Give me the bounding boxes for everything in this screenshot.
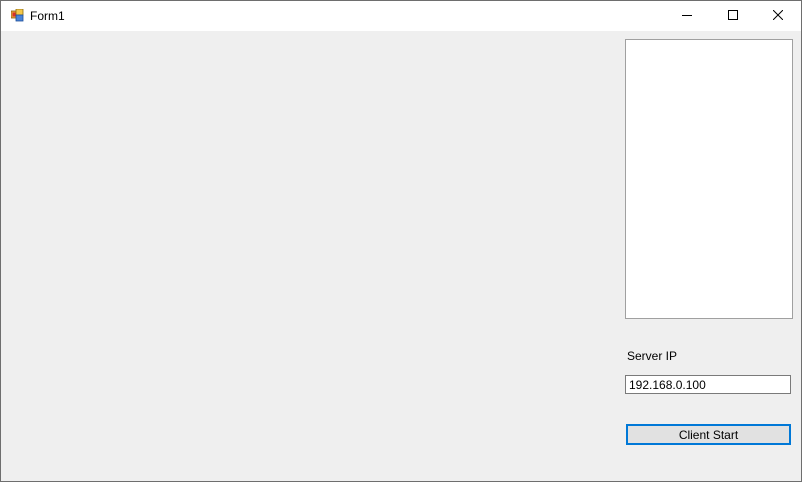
title-bar[interactable]: Form1 [1,1,801,31]
message-listbox[interactable] [625,39,793,319]
app-icon [10,8,24,22]
minimize-button[interactable] [664,1,710,31]
window-title: Form1 [30,9,65,23]
maximize-icon [728,7,738,25]
close-icon [772,7,784,25]
close-button[interactable] [755,1,801,31]
server-ip-input[interactable] [625,375,791,394]
form1-window: Form1 Server IP 192.168.0.100 Client Sta… [0,0,802,482]
client-start-button[interactable]: Client Start [626,424,791,445]
maximize-button[interactable] [710,1,756,31]
server-ip-label: Server IP [627,349,678,363]
form-client-area: Server IP Client Start [1,31,801,481]
minimize-icon [682,7,692,25]
